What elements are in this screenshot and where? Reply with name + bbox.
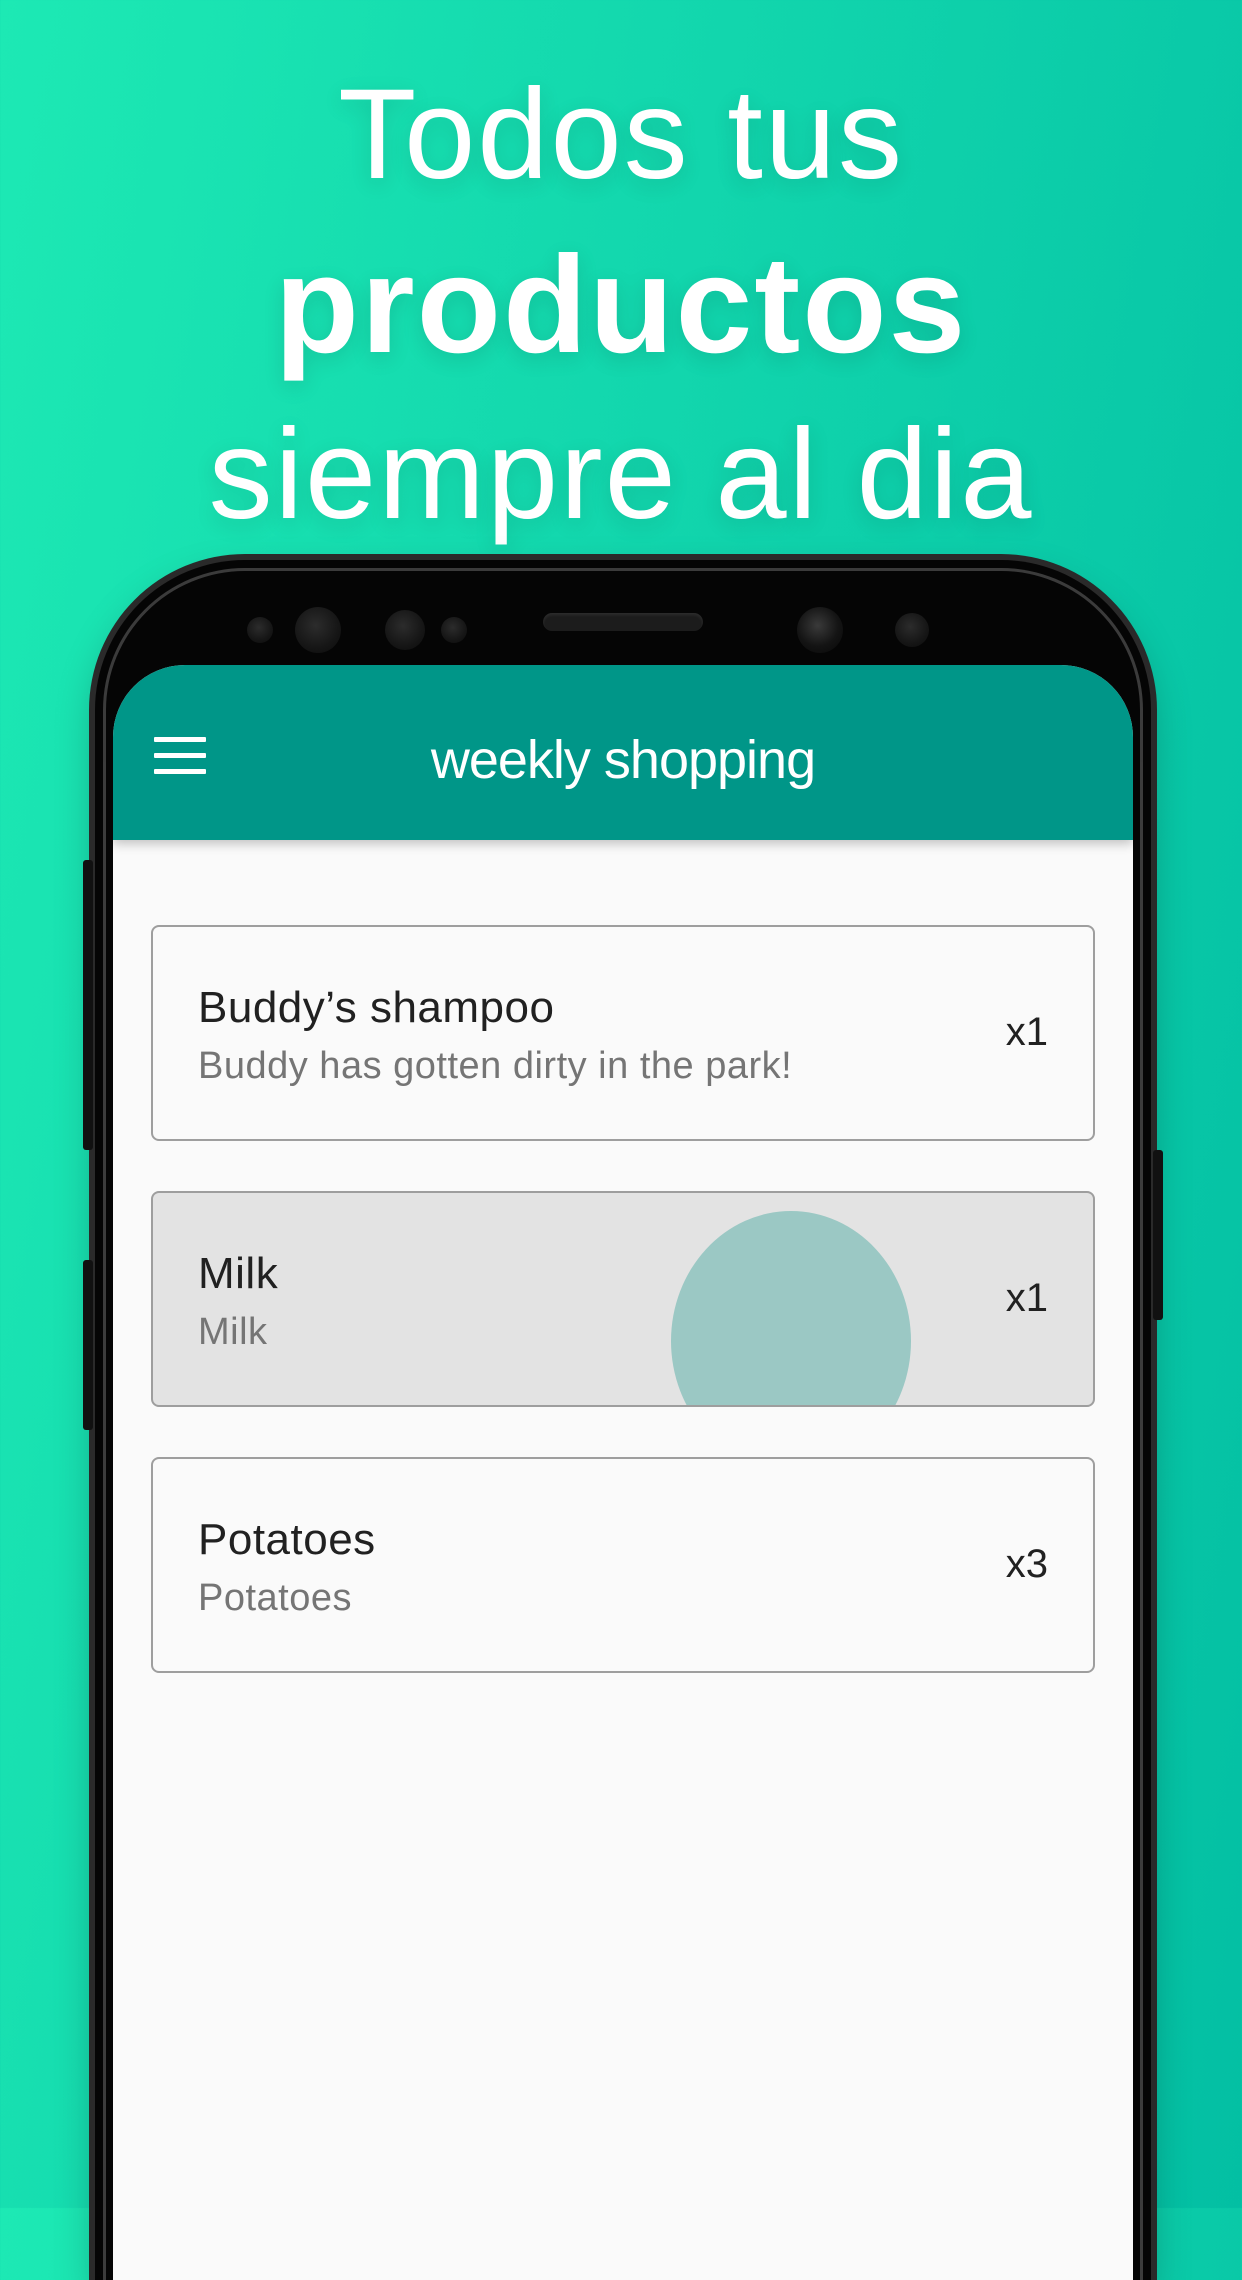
bixby-button — [83, 1260, 93, 1430]
front-camera — [797, 607, 843, 653]
volume-button — [83, 860, 93, 1150]
app-screen: weekly shopping Buddy’s shampoo Buddy ha… — [113, 665, 1133, 2280]
list-item[interactable]: Buddy’s shampoo Buddy has gotten dirty i… — [151, 925, 1095, 1141]
item-description: Milk — [198, 1311, 268, 1353]
app-title: weekly shopping — [430, 730, 816, 790]
status-led — [441, 617, 467, 643]
item-description: Buddy has gotten dirty in the park! — [198, 1045, 793, 1087]
proximity-sensor — [247, 617, 273, 643]
promo-headline: Todos tus productos siempre al dia — [0, 50, 1242, 560]
shopping-list: Buddy’s shampoo Buddy has gotten dirty i… — [151, 925, 1095, 1723]
item-quantity: x1 — [1005, 1276, 1048, 1320]
app-bar: weekly shopping — [113, 665, 1133, 840]
promo-line-2: productos — [274, 228, 968, 382]
list-item[interactable]: Milk Milk x1 — [151, 1191, 1095, 1407]
item-name: Buddy’s shampoo — [198, 983, 555, 1032]
item-quantity: x3 — [1005, 1542, 1048, 1586]
list-item[interactable]: Potatoes Potatoes x3 — [151, 1457, 1095, 1673]
promo-line-3: siempre al dia — [208, 403, 1034, 546]
item-name: Milk — [198, 1249, 279, 1298]
power-button — [1153, 1150, 1163, 1320]
item-quantity: x1 — [1005, 1010, 1048, 1054]
item-description: Potatoes — [198, 1577, 352, 1619]
touch-ripple — [671, 1211, 911, 1405]
item-name: Potatoes — [198, 1515, 376, 1564]
iris-sensor — [295, 607, 341, 653]
earpiece-speaker — [543, 613, 703, 631]
iris-camera — [895, 613, 929, 647]
phone-frame: weekly shopping Buddy’s shampoo Buddy ha… — [83, 560, 1163, 2280]
light-sensor — [385, 610, 425, 650]
promo-line-1: Todos tus — [338, 63, 904, 206]
